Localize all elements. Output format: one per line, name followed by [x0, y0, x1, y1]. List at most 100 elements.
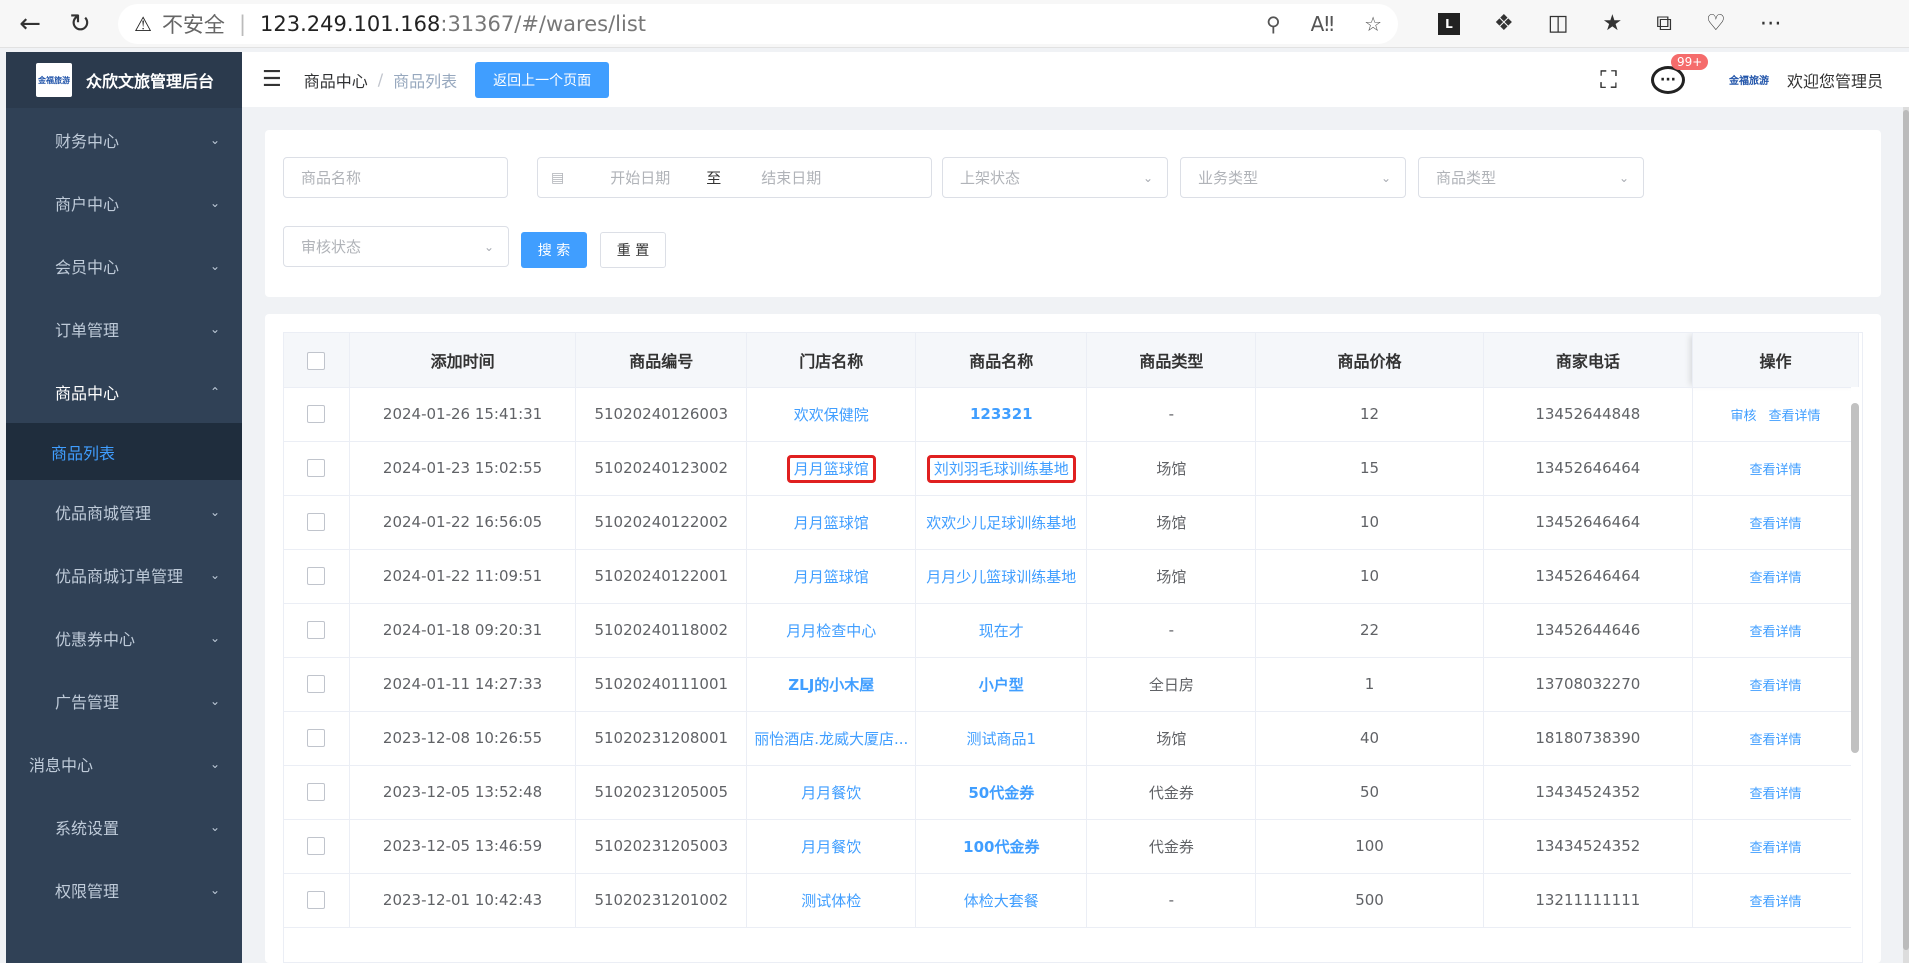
- message-icon: ···: [1650, 65, 1685, 94]
- view-details-link[interactable]: 查看详情: [1749, 571, 1801, 586]
- chevron-down-icon: ⌄: [209, 630, 220, 645]
- row-checkbox[interactable]: [284, 657, 350, 712]
- store-name-link[interactable]: 月月餐饮: [746, 765, 917, 820]
- store-name-link[interactable]: 月月检查中心: [746, 603, 917, 658]
- messages-button[interactable]: ··· 99+: [1650, 53, 1709, 94]
- breadcrumb-root[interactable]: 商品中心: [304, 68, 368, 92]
- column-header[interactable]: 添加时间: [349, 333, 577, 388]
- row-checkbox[interactable]: [284, 765, 350, 820]
- select-all-checkbox[interactable]: [284, 333, 350, 388]
- business-type-select[interactable]: 业务类型 ⌄: [1180, 157, 1406, 198]
- row-checkbox[interactable]: [284, 603, 350, 658]
- back-arrow-icon[interactable]: ←: [10, 4, 50, 44]
- row-checkbox[interactable]: [284, 873, 350, 928]
- sidebar-item-member[interactable]: 会员中心 ⌄: [6, 234, 242, 297]
- view-details-link[interactable]: 查看详情: [1749, 679, 1801, 694]
- row-checkbox[interactable]: [284, 495, 350, 550]
- table-row: 2023-12-05 13:46:59 51020231205003 月月餐饮 100…: [284, 819, 1860, 874]
- row-checkbox[interactable]: [284, 549, 350, 604]
- store-name-link[interactable]: 月月篮球馆: [746, 495, 917, 550]
- sidebar-item-messages[interactable]: 消息中心 ⌄: [6, 732, 242, 795]
- column-header[interactable]: 门店名称: [746, 333, 917, 388]
- menu-toggle-icon[interactable]: ☰: [262, 67, 282, 92]
- puzzle-icon[interactable]: ❖: [1494, 11, 1514, 36]
- view-details-link[interactable]: 查看详情: [1768, 409, 1820, 424]
- sidebar-item-goods-list[interactable]: 商品列表: [6, 423, 242, 480]
- view-details-link[interactable]: 查看详情: [1749, 733, 1801, 748]
- view-details-link[interactable]: 查看详情: [1749, 841, 1801, 856]
- zoom-icon[interactable]: ⚲: [1266, 12, 1281, 36]
- favorite-star-icon[interactable]: ☆: [1364, 12, 1382, 36]
- sidebar-item-ads[interactable]: 广告管理 ⌄: [6, 669, 242, 732]
- store-name-link[interactable]: 月月餐饮: [746, 819, 917, 874]
- goods-code-cell: 51020231205003: [575, 819, 748, 874]
- column-header[interactable]: 商品编号: [575, 333, 748, 388]
- column-header[interactable]: 商品名称: [915, 333, 1088, 388]
- row-checkbox[interactable]: [284, 819, 350, 874]
- goods-name-link[interactable]: 月月少儿篮球训练基地: [915, 549, 1088, 604]
- split-screen-icon[interactable]: ◫: [1548, 11, 1569, 36]
- address-bar[interactable]: ⚠ 不安全 | 123.249.101.168 :31367/#/wares/l…: [118, 3, 1398, 44]
- row-checkbox[interactable]: [284, 387, 350, 442]
- sidebar-item-orders[interactable]: 订单管理 ⌄: [6, 297, 242, 360]
- store-name-link[interactable]: 测试体检: [746, 873, 917, 928]
- search-button[interactable]: 搜 索: [521, 232, 587, 268]
- reset-button[interactable]: 重 置: [600, 232, 666, 268]
- address-separator: |: [238, 11, 247, 36]
- date-range-picker[interactable]: ▤ 开始日期 至 结束日期: [537, 157, 932, 198]
- sidebar-item-settings[interactable]: 系统设置 ⌄: [6, 795, 242, 858]
- end-date-field[interactable]: 结束日期: [761, 167, 821, 188]
- sidebar-logo: 金福旅游 众欣文旅管理后台: [6, 52, 242, 108]
- table-scrollbar[interactable]: [1851, 403, 1859, 753]
- favorites-icon[interactable]: ★: [1603, 11, 1623, 36]
- goods-name-link[interactable]: 123321: [915, 387, 1088, 442]
- health-icon[interactable]: ♡: [1706, 11, 1726, 36]
- more-icon[interactable]: ⋯: [1760, 11, 1782, 36]
- sidebar-item-mall[interactable]: 优品商城管理 ⌄: [6, 480, 242, 543]
- view-details-link[interactable]: 查看详情: [1749, 625, 1801, 640]
- audit-link[interactable]: 审核: [1730, 409, 1756, 424]
- column-header[interactable]: 商家电话: [1483, 333, 1693, 388]
- page-scrollbar[interactable]: [1903, 110, 1909, 950]
- store-name-link[interactable]: ZLJ的小木屋: [746, 657, 917, 712]
- fullscreen-icon[interactable]: ⛶: [1600, 66, 1617, 94]
- read-aloud-icon[interactable]: A‼: [1311, 12, 1334, 36]
- extension-icon[interactable]: L: [1438, 12, 1460, 35]
- store-name-link[interactable]: 丽怡酒店.龙威大厦店...: [746, 711, 917, 766]
- goods-name-link[interactable]: 100代金券: [915, 819, 1088, 874]
- sidebar-item-finance[interactable]: 财务中心 ⌄: [6, 108, 242, 171]
- goods-type-select[interactable]: 商品类型 ⌄: [1418, 157, 1644, 198]
- goods-name-link[interactable]: 小户型: [915, 657, 1088, 712]
- goods-name-link[interactable]: 欢欢少儿足球训练基地: [915, 495, 1088, 550]
- start-date-field[interactable]: 开始日期: [610, 167, 670, 188]
- store-name-link[interactable]: 欢欢保健院: [746, 387, 917, 442]
- goods-name-link[interactable]: 刘刘羽毛球训练基地: [915, 441, 1088, 496]
- store-name-link[interactable]: 月月篮球馆: [746, 549, 917, 604]
- sidebar-item-goods[interactable]: 商品中心 ⌃: [6, 360, 242, 423]
- column-header[interactable]: 商品价格: [1255, 333, 1484, 388]
- goods-name-input[interactable]: 商品名称: [283, 157, 508, 198]
- sidebar-item-permissions[interactable]: 权限管理 ⌄: [6, 858, 242, 921]
- column-header[interactable]: 商品类型: [1086, 333, 1257, 388]
- avatar[interactable]: 金福旅游: [1729, 70, 1773, 90]
- shelf-status-select[interactable]: 上架状态 ⌄: [942, 157, 1168, 198]
- view-details-link[interactable]: 查看详情: [1749, 787, 1801, 802]
- goods-name-link[interactable]: 50代金券: [915, 765, 1088, 820]
- back-button[interactable]: 返回上一个页面: [475, 61, 610, 98]
- goods-name-link[interactable]: 体检大套餐: [915, 873, 1088, 928]
- row-checkbox[interactable]: [284, 711, 350, 766]
- collections-icon[interactable]: ⧉: [1656, 11, 1672, 36]
- audit-status-select[interactable]: 审核状态 ⌄: [283, 226, 509, 267]
- goods-name-link[interactable]: 测试商品1: [915, 711, 1088, 766]
- view-details-link[interactable]: 查看详情: [1749, 895, 1801, 910]
- view-details-link[interactable]: 查看详情: [1749, 517, 1801, 532]
- goods-name-link[interactable]: 现在才: [915, 603, 1088, 658]
- sidebar-item-mall-orders[interactable]: 优品商城订单管理 ⌄: [6, 543, 242, 606]
- store-name-link[interactable]: 月月篮球馆: [746, 441, 917, 496]
- sidebar-item-coupons[interactable]: 优惠券中心 ⌄: [6, 606, 242, 669]
- row-checkbox[interactable]: [284, 441, 350, 496]
- column-header[interactable]: 操作: [1692, 333, 1860, 388]
- reload-icon[interactable]: ↻: [60, 4, 100, 44]
- view-details-link[interactable]: 查看详情: [1749, 463, 1801, 478]
- sidebar-item-merchant[interactable]: 商户中心 ⌄: [6, 171, 242, 234]
